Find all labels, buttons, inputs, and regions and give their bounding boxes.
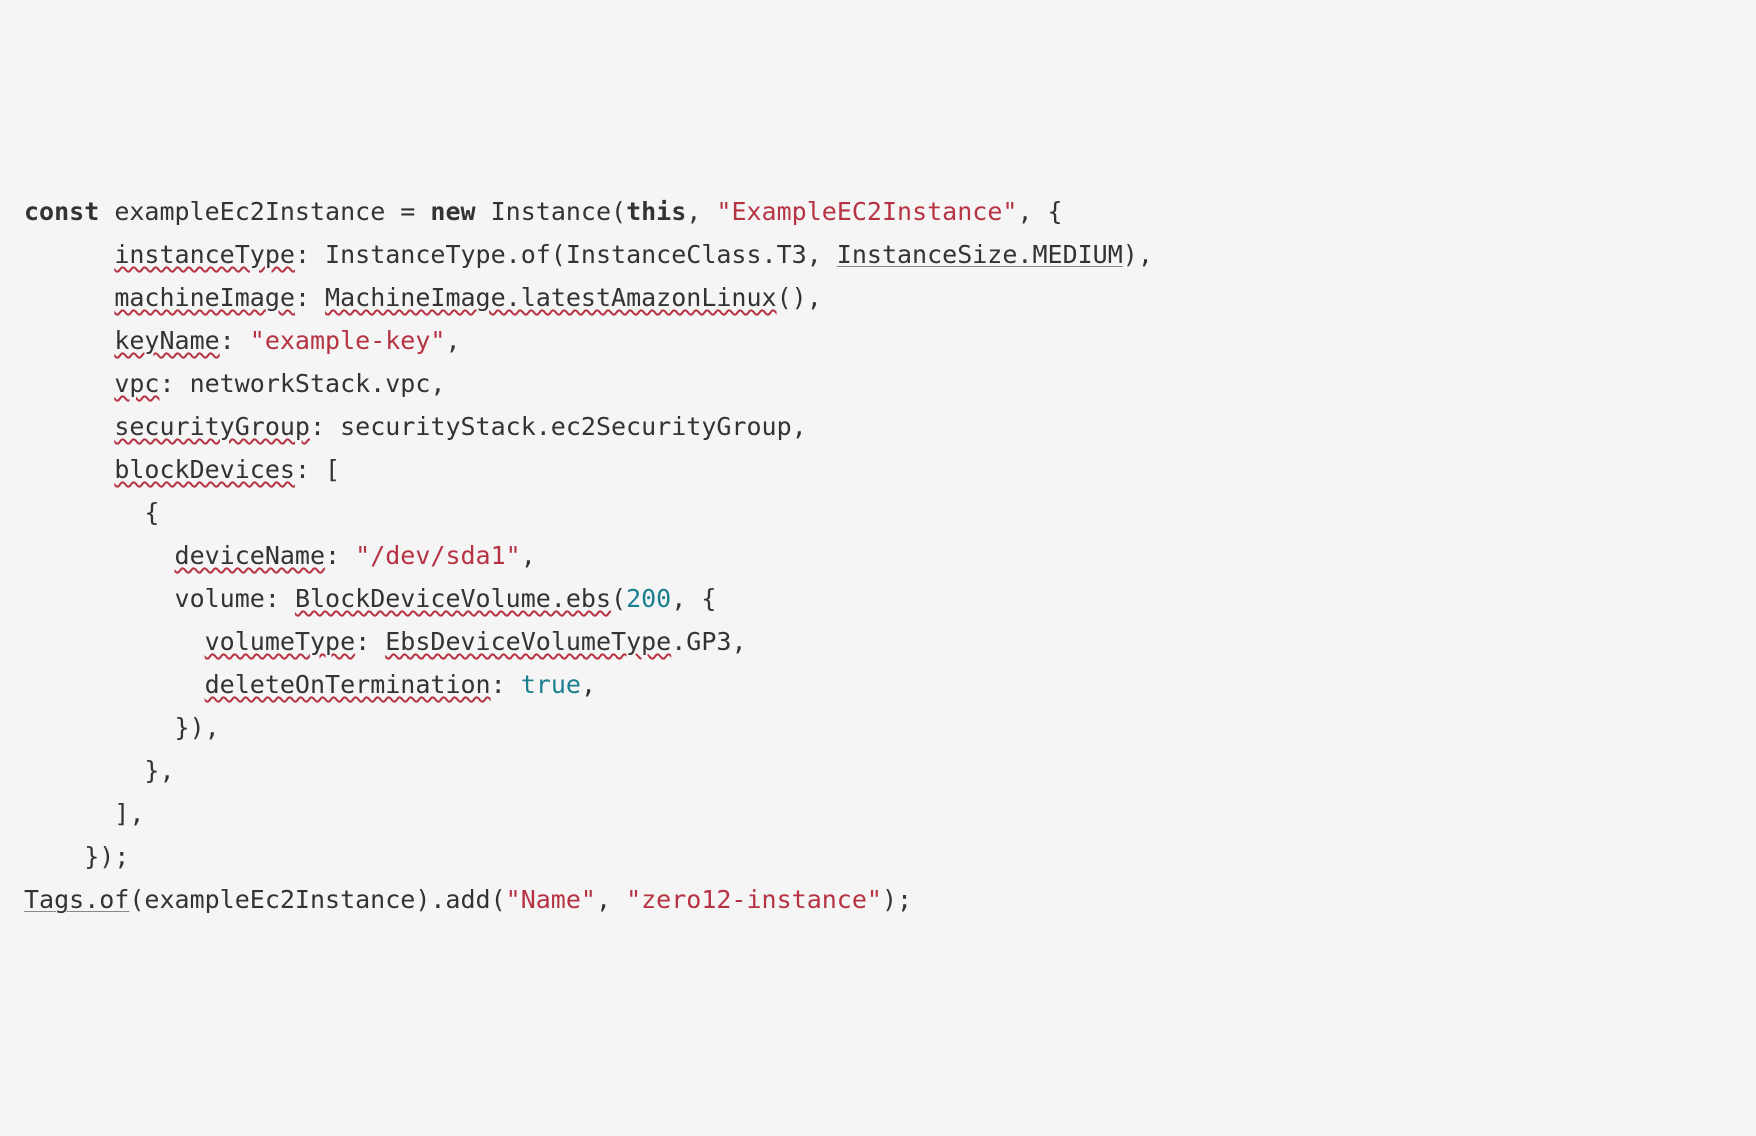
keyword-const: const: [24, 197, 99, 226]
string-literal: "example-key": [250, 326, 446, 355]
code-line-13: }),: [24, 713, 220, 742]
code-line-17: Tags.of(exampleEc2Instance).add("Name", …: [24, 885, 912, 914]
string-literal: "zero12-instance": [626, 885, 882, 914]
property-machineimage: machineImage: [114, 283, 295, 312]
code-line-9: deviceName: "/dev/sda1",: [24, 541, 536, 570]
property-vpc: vpc: [114, 369, 159, 398]
code-line-11: volumeType: EbsDeviceVolumeType.GP3,: [24, 627, 747, 656]
code-line-10: volume: BlockDeviceVolume.ebs(200, {: [24, 584, 716, 613]
code-line-4: keyName: "example-key",: [24, 326, 461, 355]
identifier-ebsdevicevolumetype: EbsDeviceVolumeType: [385, 627, 671, 656]
code-line-1: const exampleEc2Instance = new Instance(…: [24, 197, 1063, 226]
property-devicename: deviceName: [175, 541, 326, 570]
string-literal: "Name": [506, 885, 596, 914]
deprecated-latestamazonlinux: MachineImage.latestAmazonLinux: [325, 283, 777, 312]
property-instancetype: instanceType: [114, 240, 295, 269]
property-deleteontermination: deleteOnTermination: [205, 670, 491, 699]
code-line-12: deleteOnTermination: true,: [24, 670, 596, 699]
boolean-literal: true: [521, 670, 581, 699]
code-line-6: securityGroup: securityStack.ec2Security…: [24, 412, 807, 441]
property-volumetype: volumeType: [205, 627, 356, 656]
code-block: const exampleEc2Instance = new Instance(…: [24, 190, 1732, 921]
code-line-8: {: [24, 498, 159, 527]
code-line-2: instanceType: InstanceType.of(InstanceCl…: [24, 240, 1153, 269]
keyword-new: new: [430, 197, 475, 226]
identifier-tags-of: Tags.of: [24, 885, 129, 914]
string-literal: "/dev/sda1": [355, 541, 521, 570]
code-line-14: },: [24, 756, 175, 785]
identifier-instancesize-medium: InstanceSize.MEDIUM: [837, 240, 1123, 269]
property-securitygroup: securityGroup: [114, 412, 310, 441]
code-line-15: ],: [24, 799, 144, 828]
method-blockdevicevolume-ebs: BlockDeviceVolume.ebs: [295, 584, 611, 613]
string-literal: "ExampleEC2Instance": [716, 197, 1017, 226]
keyword-this: this: [626, 197, 686, 226]
code-line-5: vpc: networkStack.vpc,: [24, 369, 445, 398]
code-line-3: machineImage: MachineImage.latestAmazonL…: [24, 283, 822, 312]
code-line-7: blockDevices: [: [24, 455, 340, 484]
property-blockdevices: blockDevices: [114, 455, 295, 484]
number-literal: 200: [626, 584, 671, 613]
property-keyname: keyName: [114, 326, 219, 355]
code-line-16: });: [24, 842, 129, 871]
